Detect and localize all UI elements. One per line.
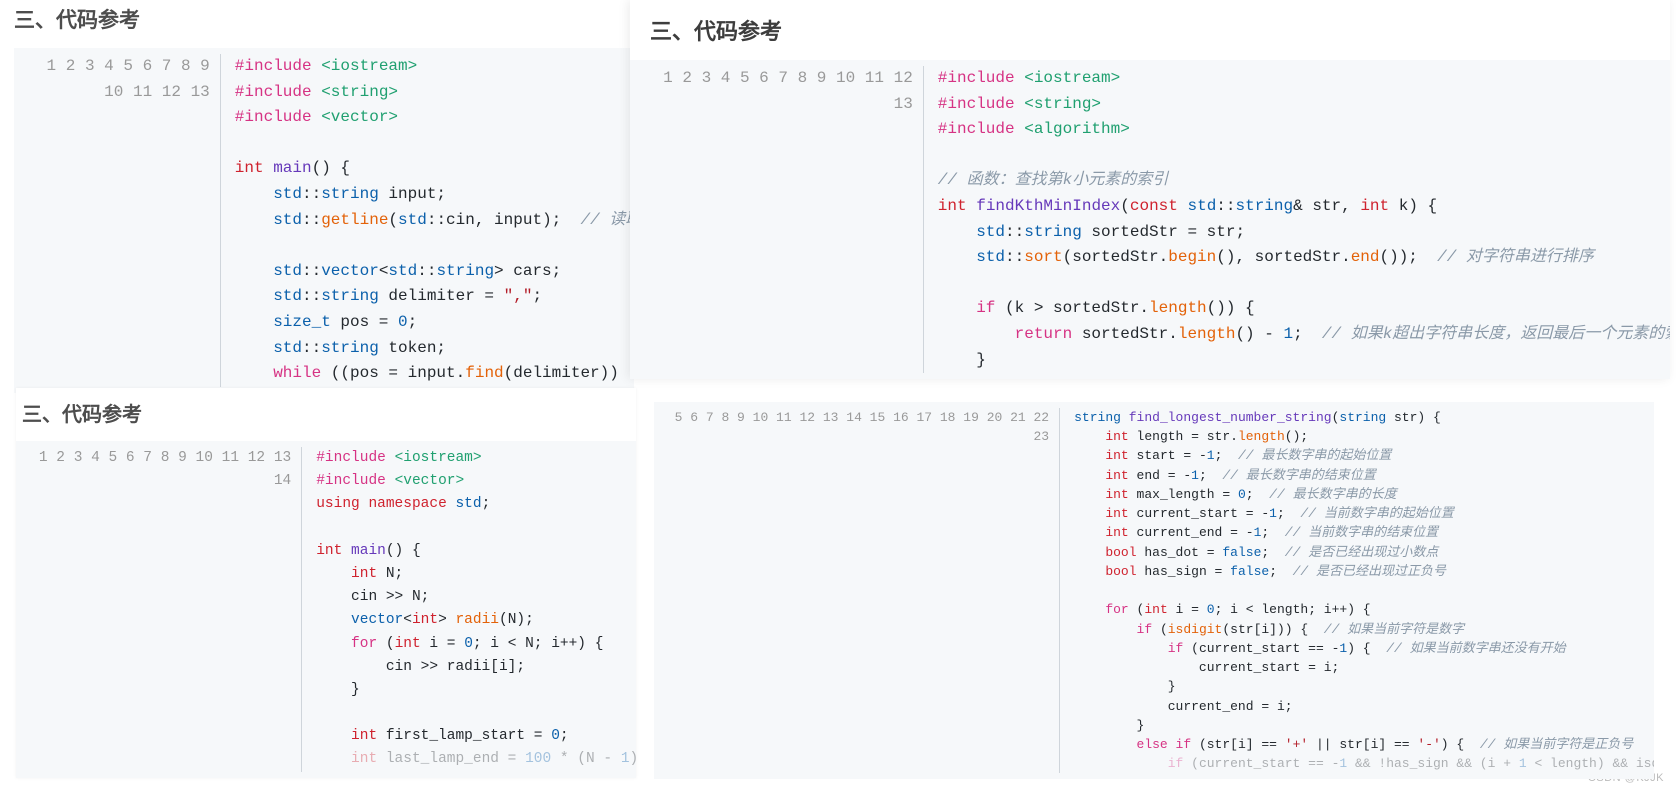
section-heading: 三、代码参考 [630,10,1670,60]
code-block: 1 2 3 4 5 6 7 8 9 10 11 12 13 #include <… [630,60,1670,379]
code-content: #include <iostream> #include <vector> us… [302,447,636,772]
code-block: 5 6 7 8 9 10 11 12 13 14 15 16 17 18 19 … [654,402,1654,779]
line-gutter: 1 2 3 4 5 6 7 8 9 10 11 12 13 14 [16,447,302,772]
line-gutter: 1 2 3 4 5 6 7 8 9 10 11 12 13 [638,66,924,373]
code-panel-top-left: 三、代码参考 1 2 3 4 5 6 7 8 9 10 11 12 13 #in… [14,0,634,393]
code-panel-bottom-right: 5 6 7 8 9 10 11 12 13 14 15 16 17 18 19 … [654,402,1654,779]
code-content: #include <iostream> #include <string> #i… [924,66,1670,373]
code-block: 1 2 3 4 5 6 7 8 9 10 11 12 13 #include <… [14,48,634,393]
code-block: 1 2 3 4 5 6 7 8 9 10 11 12 13 14 #includ… [16,441,636,778]
code-content: string find_longest_number_string(string… [1060,408,1654,773]
line-gutter: 1 2 3 4 5 6 7 8 9 10 11 12 13 [14,54,221,387]
code-panel-top-right: 三、代码参考 1 2 3 4 5 6 7 8 9 10 11 12 13 #in… [630,0,1670,379]
line-gutter: 5 6 7 8 9 10 11 12 13 14 15 16 17 18 19 … [654,408,1060,773]
section-heading: 三、代码参考 [16,394,636,441]
code-panel-bottom-left: 三、代码参考 1 2 3 4 5 6 7 8 9 10 11 12 13 14 … [16,388,636,778]
code-content: #include <iostream> #include <string> #i… [221,54,634,387]
section-heading: 三、代码参考 [14,0,634,48]
